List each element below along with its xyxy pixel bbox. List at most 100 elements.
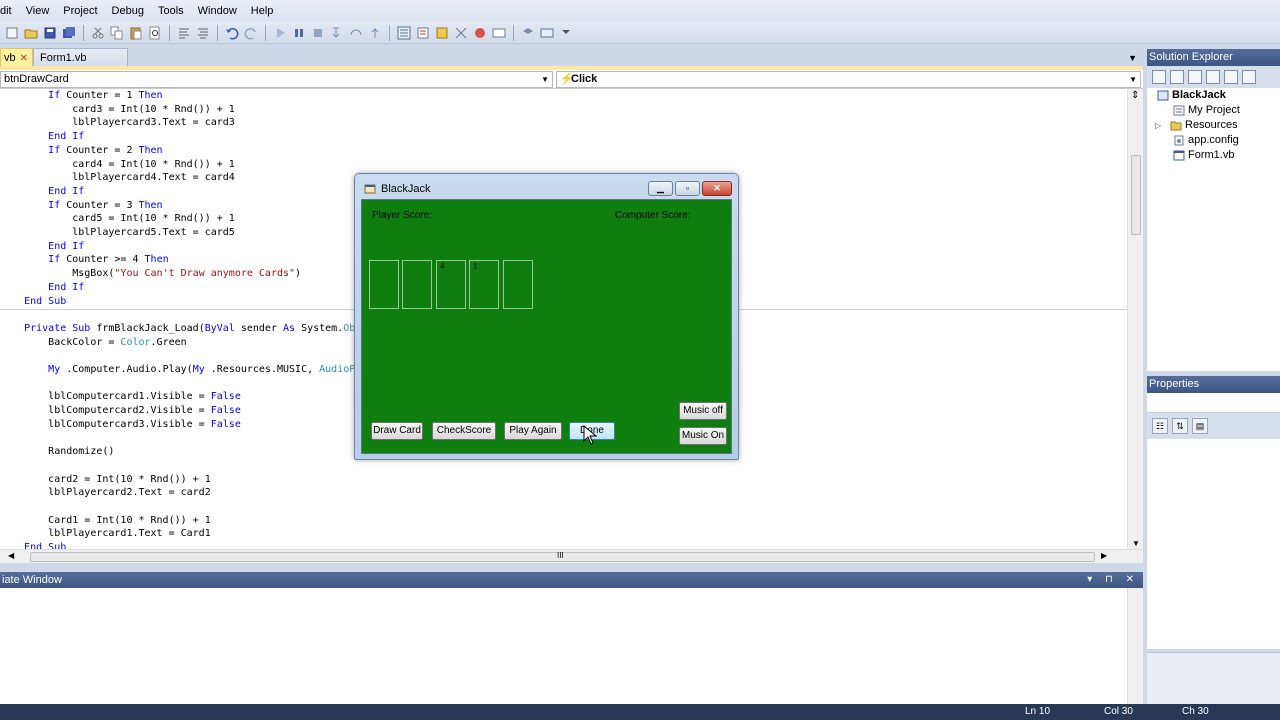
refresh-icon[interactable] — [1188, 70, 1202, 84]
menu-project[interactable]: Project — [56, 0, 104, 22]
open-icon[interactable] — [23, 25, 39, 41]
tree-item-my-project[interactable]: My Project — [1173, 103, 1240, 118]
save-icon[interactable] — [42, 25, 58, 41]
show-all-files-icon[interactable] — [1170, 70, 1184, 84]
maximize-button[interactable]: ▫ — [675, 181, 700, 196]
music-on-button[interactable]: Music On — [679, 427, 727, 445]
solution-explorer-icon[interactable] — [396, 25, 412, 41]
stop-icon[interactable] — [310, 25, 326, 41]
step-over-icon[interactable] — [348, 25, 364, 41]
code-text: lblPlayercard1.Text = Card1 — [48, 528, 211, 540]
code-text: card4 = Int(10 * Rnd()) + 1 — [72, 158, 235, 170]
properties-icon[interactable] — [415, 25, 431, 41]
play-again-button[interactable]: Play Again — [504, 422, 562, 440]
redo-icon[interactable] — [243, 25, 259, 41]
copy-icon[interactable] — [109, 25, 125, 41]
scroll-left-icon[interactable]: ◀ — [8, 551, 14, 560]
cut-icon[interactable] — [90, 25, 106, 41]
editor-horizontal-scrollbar[interactable]: ◀ III ▶ — [0, 549, 1143, 563]
blackjack-window[interactable]: BlackJack ▁ ▫ ✕ Player Score: Computer S… — [354, 173, 739, 460]
properties-object-combo[interactable] — [1147, 393, 1280, 413]
error-list-icon[interactable] — [472, 25, 488, 41]
tree-item-form1[interactable]: Form1.vb — [1173, 148, 1234, 163]
class-combo-value: btnDrawCard — [4, 73, 69, 85]
expand-icon[interactable]: ▷ — [1155, 118, 1167, 133]
code-text: System. — [301, 322, 344, 334]
chevron-down-icon[interactable]: ▼ — [1128, 53, 1137, 63]
menu-window[interactable]: Window — [191, 0, 244, 22]
window-layout-icon[interactable] — [539, 25, 555, 41]
menu-help[interactable]: Help — [244, 0, 281, 22]
categorized-icon[interactable]: ☷ — [1152, 418, 1168, 434]
code-text: card2 = Int(10 * Rnd()) + 1 — [48, 473, 211, 485]
object-browser-icon[interactable] — [434, 25, 450, 41]
close-icon[interactable]: ✕ — [20, 49, 28, 68]
tab-form1-vb[interactable]: vb ✕ — [0, 48, 33, 67]
properties-icon[interactable] — [1152, 70, 1166, 84]
code-text: BackColor = — [48, 336, 121, 348]
toolbar-options-icon[interactable] — [558, 25, 574, 41]
alphabetical-icon[interactable]: ⇅ — [1172, 418, 1188, 434]
code-keyword: Then — [138, 144, 163, 156]
menu-debug[interactable]: Debug — [105, 0, 151, 22]
draw-card-button[interactable]: Draw Card — [371, 422, 423, 440]
check-score-button[interactable]: CheckScore — [432, 422, 496, 440]
undo-icon[interactable] — [224, 25, 240, 41]
view-designer-icon[interactable] — [1224, 70, 1238, 84]
scroll-thumb[interactable] — [1131, 155, 1141, 235]
chevron-down-icon[interactable]: ▼ — [1129, 72, 1137, 87]
menu-edit[interactable]: dit — [0, 0, 19, 22]
scroll-right-icon[interactable]: ▶ — [1101, 551, 1107, 560]
pause-icon[interactable] — [291, 25, 307, 41]
code-keyword: False — [210, 391, 241, 403]
solution-explorer-toolbar — [1147, 66, 1280, 88]
split-icon[interactable]: ⇕ — [1131, 90, 1139, 101]
status-column: Col 30 — [1104, 706, 1133, 717]
immediate-window[interactable] — [0, 588, 1143, 704]
code-line: End Sub — [0, 541, 66, 549]
code-line: End If — [0, 281, 84, 295]
close-button[interactable]: ✕ — [702, 181, 732, 196]
property-pages-icon[interactable]: ▤ — [1192, 418, 1208, 434]
immediate-vertical-scrollbar[interactable] — [1127, 588, 1143, 704]
scroll-thumb[interactable]: III — [30, 551, 1095, 562]
new-project-icon[interactable] — [4, 25, 20, 41]
toolbox-icon[interactable] — [453, 25, 469, 41]
editor-vertical-scrollbar[interactable]: ⇕ ▼ — [1127, 89, 1143, 549]
find-in-files-icon[interactable] — [520, 25, 536, 41]
scroll-down-icon[interactable]: ▼ — [1132, 539, 1140, 548]
output-icon[interactable] — [491, 25, 507, 41]
minimize-button[interactable]: ▁ — [648, 181, 673, 196]
tree-item-project[interactable]: BlackJack — [1157, 88, 1226, 103]
card-value: 1 — [473, 262, 478, 271]
properties-grid[interactable] — [1147, 439, 1280, 649]
chevron-down-icon[interactable]: ▼ — [541, 72, 549, 87]
class-combo[interactable]: btnDrawCard ▼ — [0, 71, 553, 88]
menu-tools[interactable]: Tools — [151, 0, 191, 22]
tree-item-label: Resources — [1185, 119, 1238, 131]
step-out-icon[interactable] — [367, 25, 383, 41]
find-icon[interactable] — [147, 25, 163, 41]
tree-item-app-config[interactable]: app.config — [1173, 133, 1239, 148]
comment-icon[interactable] — [176, 25, 192, 41]
tab-form1-design[interactable]: Form1.vb [Design] — [33, 48, 128, 83]
save-all-icon[interactable] — [61, 25, 77, 41]
code-line: BackColor = Color.Green — [0, 336, 186, 350]
view-code-icon[interactable] — [1206, 70, 1220, 84]
tree-item-resources[interactable]: ▷ Resources — [1155, 118, 1238, 133]
status-bar: Ln 10 Col 30 Ch 30 — [0, 704, 1280, 720]
paste-icon[interactable] — [128, 25, 144, 41]
class-diagram-icon[interactable] — [1242, 70, 1256, 84]
uncomment-icon[interactable] — [195, 25, 211, 41]
code-line: My .Computer.Audio.Play(My .Resources.MU… — [0, 363, 373, 377]
step-into-icon[interactable] — [329, 25, 345, 41]
code-text: lblComputercard3.Visible = — [48, 418, 211, 430]
window-buttons[interactable]: ▾ ⊓ ✕ — [1087, 572, 1139, 588]
start-icon[interactable] — [272, 25, 288, 41]
menu-view[interactable]: View — [19, 0, 57, 22]
method-combo[interactable]: ⚡ Click ▼ — [556, 71, 1141, 88]
music-off-button[interactable]: Music off — [679, 402, 727, 420]
